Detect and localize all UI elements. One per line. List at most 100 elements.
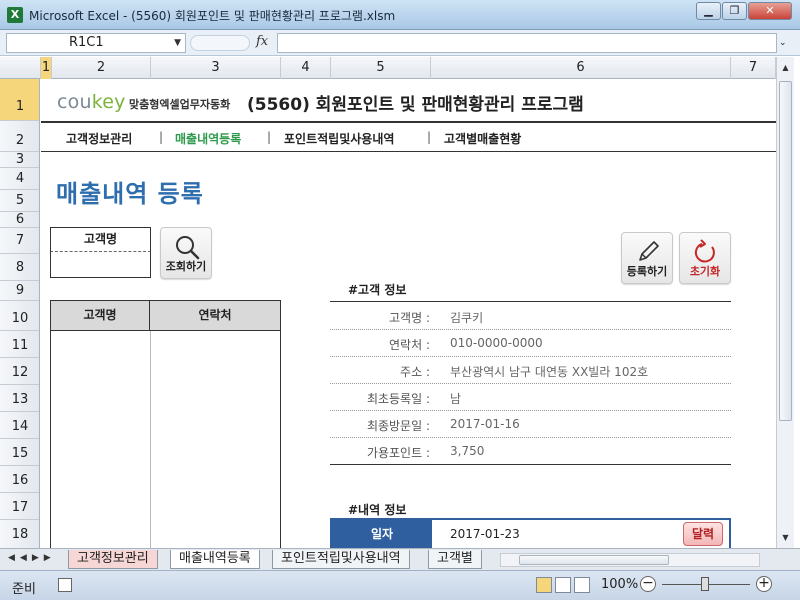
row-header[interactable]: 5 bbox=[0, 190, 39, 212]
nav-sales-register[interactable]: 매출내역등록 bbox=[175, 130, 241, 147]
horizontal-scrollbar[interactable] bbox=[500, 553, 760, 567]
sheet-tab[interactable]: 포인트적립및사용내역 bbox=[272, 550, 410, 569]
row-header[interactable]: 10 bbox=[0, 301, 39, 331]
row-header[interactable]: 13 bbox=[0, 385, 39, 412]
logo-subtitle: 맞춤형엑셀업무자동화 bbox=[129, 98, 231, 111]
vertical-scrollbar[interactable]: ▲ ▼ bbox=[776, 57, 794, 548]
row-header[interactable]: 16 bbox=[0, 466, 39, 493]
row-header[interactable]: 18 bbox=[0, 520, 39, 548]
row-header[interactable]: 6 bbox=[0, 212, 39, 228]
coukey-logo: coukey bbox=[57, 91, 126, 113]
row-header[interactable]: 14 bbox=[0, 412, 39, 439]
column-header[interactable]: 3 bbox=[151, 57, 281, 79]
row-header[interactable]: 3 bbox=[0, 152, 39, 168]
search-icon bbox=[176, 236, 200, 260]
sheet-tab[interactable]: 고객별 bbox=[428, 550, 482, 569]
insert-function-icon[interactable]: fx bbox=[256, 34, 268, 49]
zoom-level[interactable]: 100% bbox=[601, 577, 638, 592]
column-header-contact: 연락처 bbox=[198, 308, 232, 322]
name-box-dropdown-icon[interactable]: ▼ bbox=[174, 34, 181, 52]
zoom-in-icon[interactable]: + bbox=[756, 576, 772, 592]
detail-info-title: #내역 정보 bbox=[348, 503, 407, 517]
nav-customer-info[interactable]: 고객정보관리 bbox=[66, 130, 132, 147]
info-label: 최종방문일 : bbox=[366, 419, 430, 433]
normal-view-button[interactable] bbox=[536, 577, 552, 593]
scroll-down-icon[interactable]: ▼ bbox=[778, 530, 793, 545]
minimize-button[interactable]: ▁ bbox=[696, 2, 721, 20]
customer-info-title: #고객 정보 bbox=[348, 283, 407, 297]
row-header[interactable]: 9 bbox=[0, 281, 39, 301]
restore-button[interactable]: ❐ bbox=[722, 2, 747, 20]
date-label: 일자 bbox=[332, 520, 432, 548]
restore-icon: ❐ bbox=[729, 4, 740, 17]
formula-cancel-enter-control[interactable] bbox=[190, 35, 250, 51]
reset-button[interactable]: 초기화 bbox=[679, 232, 731, 284]
program-title: (5560) 회원포인트 및 판매현황관리 프로그램 bbox=[247, 95, 584, 115]
info-value: 남 bbox=[450, 392, 462, 406]
column-header[interactable]: 5 bbox=[331, 57, 431, 79]
formula-bar: R1C1 ▼ fx ⌄ bbox=[0, 30, 800, 56]
column-divider bbox=[150, 331, 151, 548]
sheet-tab[interactable]: 고객정보관리 bbox=[68, 550, 158, 569]
info-top-rule bbox=[330, 301, 731, 302]
nav-separator: | bbox=[427, 130, 432, 144]
row-header[interactable]: 17 bbox=[0, 493, 39, 520]
sheet-tab-active[interactable]: 매출내역등록 bbox=[170, 550, 260, 569]
customer-name-input[interactable] bbox=[50, 252, 151, 278]
page-layout-view-button[interactable] bbox=[555, 577, 571, 593]
row-header[interactable]: 4 bbox=[0, 168, 39, 190]
row-header[interactable]: 7 bbox=[0, 228, 39, 254]
formula-expand-icon[interactable]: ⌄ bbox=[779, 38, 787, 48]
horizontal-scroll-thumb[interactable] bbox=[519, 555, 669, 565]
zoom-slider-thumb[interactable] bbox=[701, 577, 709, 591]
row-header[interactable]: 1 bbox=[0, 79, 39, 121]
status-ready: 준비 bbox=[12, 582, 36, 597]
customer-name-label: 고객명 bbox=[50, 227, 151, 252]
customer-list-table[interactable]: 고객명 연락처 bbox=[50, 300, 281, 548]
calendar-button[interactable]: 달력 bbox=[683, 522, 723, 546]
column-header[interactable]: 6 bbox=[431, 57, 731, 79]
nav-customer-sales[interactable]: 고객별매출현황 bbox=[444, 130, 521, 147]
sheet-tab-bar: ◀◀▶▶ 고객정보관리 매출내역등록 포인트적립및사용내역 고객별 bbox=[0, 548, 800, 570]
row-header[interactable]: 2 bbox=[0, 121, 39, 152]
column-header[interactable]: 4 bbox=[281, 57, 331, 79]
select-all-corner[interactable] bbox=[0, 57, 41, 79]
row-header[interactable]: 12 bbox=[0, 358, 39, 385]
vertical-scroll-thumb[interactable] bbox=[779, 81, 792, 421]
nav-separator: | bbox=[267, 130, 272, 144]
row-header[interactable]: 8 bbox=[0, 254, 39, 281]
pencil-icon bbox=[639, 241, 659, 261]
column-header[interactable]: 2 bbox=[52, 57, 151, 79]
page-heading: 매출내역 등록 bbox=[56, 180, 204, 208]
zoom-out-icon[interactable]: − bbox=[640, 576, 656, 592]
column-header-name: 고객명 bbox=[51, 301, 150, 330]
excel-app-icon[interactable]: X bbox=[7, 7, 23, 23]
minimize-icon: ▁ bbox=[704, 4, 713, 17]
view-buttons bbox=[536, 577, 590, 593]
scroll-up-icon[interactable]: ▲ bbox=[778, 60, 793, 75]
info-label: 주소 : bbox=[400, 365, 430, 379]
sheet-nav-arrows-icon[interactable]: ◀◀▶▶ bbox=[8, 553, 56, 563]
macro-record-icon[interactable] bbox=[58, 578, 72, 592]
info-row-last-visit: 최종방문일 : 2017-01-16 bbox=[330, 411, 731, 438]
row-header[interactable]: 15 bbox=[0, 439, 39, 466]
row-header[interactable]: 11 bbox=[0, 331, 39, 358]
info-label: 연락처 : bbox=[389, 338, 430, 352]
search-button[interactable]: 조회하기 bbox=[160, 227, 212, 279]
close-button[interactable]: ✕ bbox=[748, 2, 792, 20]
name-box-value: R1C1 bbox=[69, 35, 104, 50]
row-headers: 1 2 3 4 5 6 7 8 9 10 11 12 13 14 15 16 1… bbox=[0, 79, 40, 548]
column-header[interactable]: 1 bbox=[41, 57, 52, 79]
page-break-view-button[interactable] bbox=[574, 577, 590, 593]
nav-separator: | bbox=[159, 130, 164, 144]
worksheet[interactable]: coukey 맞춤형엑셀업무자동화 (5560) 회원포인트 및 판매현황관리 … bbox=[41, 79, 776, 548]
column-headers: 1 2 3 4 5 6 7 bbox=[0, 57, 776, 79]
name-box[interactable]: R1C1 ▼ bbox=[6, 33, 186, 53]
column-header[interactable]: 7 bbox=[731, 57, 776, 79]
nav-point-history[interactable]: 포인트적립및사용내역 bbox=[284, 130, 394, 147]
register-button[interactable]: 등록하기 bbox=[621, 232, 673, 284]
window-controls: ▁ ❐ ✕ bbox=[696, 2, 792, 20]
info-value: 부산광역시 남구 대연동 XX빌라 102호 bbox=[450, 365, 649, 379]
formula-input[interactable] bbox=[277, 33, 777, 53]
date-value[interactable]: 2017-01-23 bbox=[450, 527, 520, 541]
